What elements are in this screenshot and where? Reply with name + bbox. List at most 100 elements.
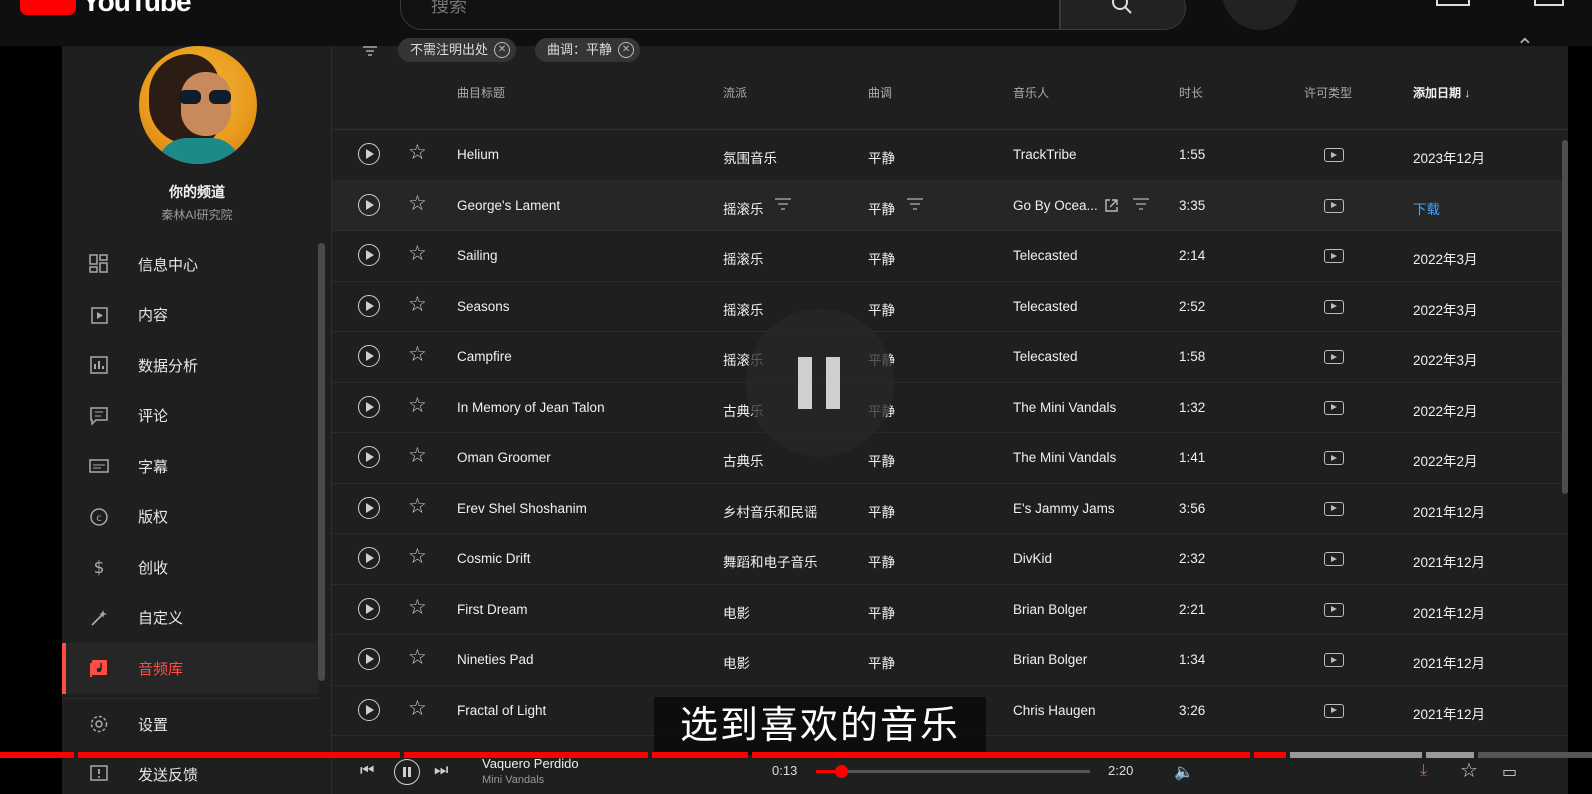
- chapter-segment[interactable]: [0, 752, 74, 758]
- header-title[interactable]: 曲目标题: [457, 84, 505, 101]
- sidebar-item-customization[interactable]: 自定义: [62, 593, 318, 644]
- license-youtube-icon[interactable]: [1324, 501, 1344, 516]
- star-icon[interactable]: ☆: [408, 545, 427, 569]
- youtube-logo[interactable]: YouTube: [20, 0, 192, 18]
- table-row[interactable]: ☆Campfire摇滚乐平静Telecasted1:582022年3月: [332, 332, 1568, 383]
- sidebar-scrollbar[interactable]: [318, 243, 325, 681]
- download-icon[interactable]: ⤓: [1420, 762, 1427, 780]
- table-row[interactable]: ☆ First Dream 电影 平静 Brian Bolger 2:21 2021年12月: [332, 585, 1568, 635]
- play-icon[interactable]: [358, 496, 380, 519]
- license-youtube-icon[interactable]: [1324, 653, 1344, 667]
- filter-chip-mood[interactable]: 曲调：平静 ✕: [535, 38, 641, 62]
- header-artist[interactable]: 音乐人: [1013, 84, 1049, 101]
- star-icon[interactable]: ☆: [408, 495, 427, 519]
- header-mood[interactable]: 曲调: [868, 84, 892, 101]
- play-icon[interactable]: [358, 395, 380, 418]
- header-genre[interactable]: 流派: [723, 84, 747, 101]
- sidebar-item-dashboard[interactable]: 信息中心: [62, 239, 318, 290]
- license-youtube-icon[interactable]: [1324, 299, 1344, 314]
- sidebar-item-audio-library[interactable]: 音频库: [62, 643, 318, 694]
- play-icon[interactable]: [358, 698, 380, 721]
- next-track-icon[interactable]: ⏭: [434, 762, 448, 780]
- star-icon[interactable]: ☆: [408, 596, 427, 620]
- play-icon[interactable]: [358, 294, 380, 317]
- play-icon[interactable]: [358, 345, 380, 367]
- channel-avatar[interactable]: [139, 46, 257, 164]
- sidebar-item-analytics[interactable]: 数据分析: [62, 340, 318, 391]
- star-icon[interactable]: ☆: [408, 697, 427, 721]
- license-youtube-icon[interactable]: [1324, 451, 1344, 465]
- voice-search-button[interactable]: [1222, 0, 1298, 30]
- license-youtube-icon[interactable]: [1324, 400, 1344, 415]
- license-youtube-icon[interactable]: [1324, 249, 1344, 263]
- search-button[interactable]: [1060, 0, 1186, 30]
- volume-icon[interactable]: 🔈: [1174, 762, 1194, 782]
- pause-button[interactable]: [394, 759, 420, 785]
- sidebar-item-copyright[interactable]: c 版权: [62, 492, 318, 543]
- table-row[interactable]: ☆ Erev Shel Shoshanim 乡村音乐和民谣 平静 E's Jammy J…: [332, 484, 1568, 534]
- table-row[interactable]: ☆ Helium 氛围音乐 平静 TrackTribe 1:55 2023年12月: [332, 130, 1568, 181]
- license-youtube-icon[interactable]: [1324, 602, 1344, 617]
- play-icon[interactable]: [358, 597, 380, 620]
- table-row[interactable]: ☆ Nineties Pad 电影 平静 Brian Bolger 1:34 2021年12…: [332, 635, 1568, 686]
- table-row[interactable]: ☆ Cosmic Drift 舞蹈和电子音乐 平静 DivKid 2:32 2021年12月: [332, 534, 1568, 585]
- star-icon[interactable]: ☆: [408, 444, 427, 468]
- sidebar-item-comments[interactable]: 评论: [62, 391, 318, 442]
- license-youtube-icon[interactable]: [1324, 350, 1344, 364]
- notifications-icon[interactable]: [1534, 0, 1564, 6]
- filter-chip-attribution[interactable]: 不需注明出处 ✕: [398, 38, 517, 62]
- play-icon[interactable]: [358, 446, 380, 468]
- create-icon[interactable]: [1436, 0, 1470, 6]
- table-row[interactable]: ☆ Seasons 摇滚乐 平静 Telecasted 2:52 2022年3月: [332, 282, 1568, 332]
- license-youtube-icon[interactable]: [1324, 198, 1344, 213]
- star-icon[interactable]: ☆: [408, 394, 427, 418]
- star-icon[interactable]: ☆: [408, 141, 427, 165]
- filter-by-artist-icon[interactable]: [1132, 197, 1150, 214]
- sidebar-item-monetization[interactable]: $ 创收: [62, 542, 318, 593]
- player-seek-slider[interactable]: [816, 765, 1090, 778]
- header-date-added[interactable]: 添加日期 ↓: [1413, 84, 1470, 101]
- player-seek-handle[interactable]: [834, 765, 848, 778]
- sidebar-item-settings[interactable]: 设置: [62, 699, 318, 749]
- header-license[interactable]: 许可类型: [1304, 84, 1352, 101]
- license-youtube-icon[interactable]: [1324, 552, 1344, 566]
- previous-track-icon[interactable]: ⏮: [360, 762, 374, 780]
- table-row[interactable]: ☆ George's Lament 摇滚乐 平静 Go By Ocea... 3:35 下载: [332, 180, 1568, 231]
- table-row[interactable]: ☆ Oman Groomer 古典乐 平静 The Mini Vandals 1:41 20…: [332, 433, 1568, 484]
- content-icon: [88, 304, 110, 326]
- sidebar-item-content[interactable]: 内容: [62, 290, 318, 341]
- track-artist: The Mini Vandals: [1013, 399, 1117, 415]
- download-link[interactable]: 下载: [1413, 198, 1440, 218]
- close-icon[interactable]: ✕: [618, 42, 635, 58]
- search-input[interactable]: [431, 0, 991, 21]
- star-icon[interactable]: ☆: [408, 293, 427, 317]
- star-icon[interactable]: ☆: [408, 242, 427, 266]
- filter-by-genre-icon[interactable]: [774, 197, 792, 214]
- video-pause-overlay[interactable]: [746, 309, 894, 457]
- sidebar-item-subtitles[interactable]: 字幕: [62, 441, 318, 492]
- close-icon[interactable]: ✕: [494, 42, 511, 58]
- star-icon[interactable]: ☆: [408, 192, 427, 216]
- license-youtube-icon[interactable]: [1324, 148, 1344, 162]
- filter-by-mood-icon[interactable]: [906, 197, 924, 214]
- header-duration[interactable]: 时长: [1179, 84, 1203, 101]
- collapse-filters-icon[interactable]: ⌃: [1516, 34, 1534, 60]
- star-icon[interactable]: ☆: [1460, 758, 1478, 783]
- sidebar-nav: 信息中心 内容 数据分析 评论 字幕 c 版权 $ 创收 自定义 音频库: [62, 239, 318, 694]
- star-icon[interactable]: ☆: [408, 343, 427, 367]
- track-date-added: 2021年12月: [1413, 605, 1486, 621]
- license-youtube-icon[interactable]: [1324, 703, 1344, 718]
- external-link-icon[interactable]: [1104, 198, 1119, 216]
- play-icon[interactable]: [358, 193, 380, 216]
- play-icon[interactable]: [358, 547, 380, 569]
- star-icon[interactable]: ☆: [408, 646, 427, 670]
- track-date-added: 2021年12月: [1413, 706, 1486, 722]
- play-icon[interactable]: [358, 648, 380, 670]
- table-row[interactable]: ☆In Memory of Jean Talon古典乐平静The Mini Va…: [332, 383, 1568, 433]
- play-icon[interactable]: [358, 143, 380, 165]
- youtube-mini-icon[interactable]: ▭: [1502, 762, 1517, 782]
- play-icon[interactable]: [358, 244, 380, 266]
- filter-icon[interactable]: [362, 44, 378, 62]
- table-row[interactable]: ☆ Sailing 摇滚乐 平静 Telecasted 2:14 2022年3月: [332, 231, 1568, 282]
- track-title: Oman Groomer: [457, 450, 551, 465]
